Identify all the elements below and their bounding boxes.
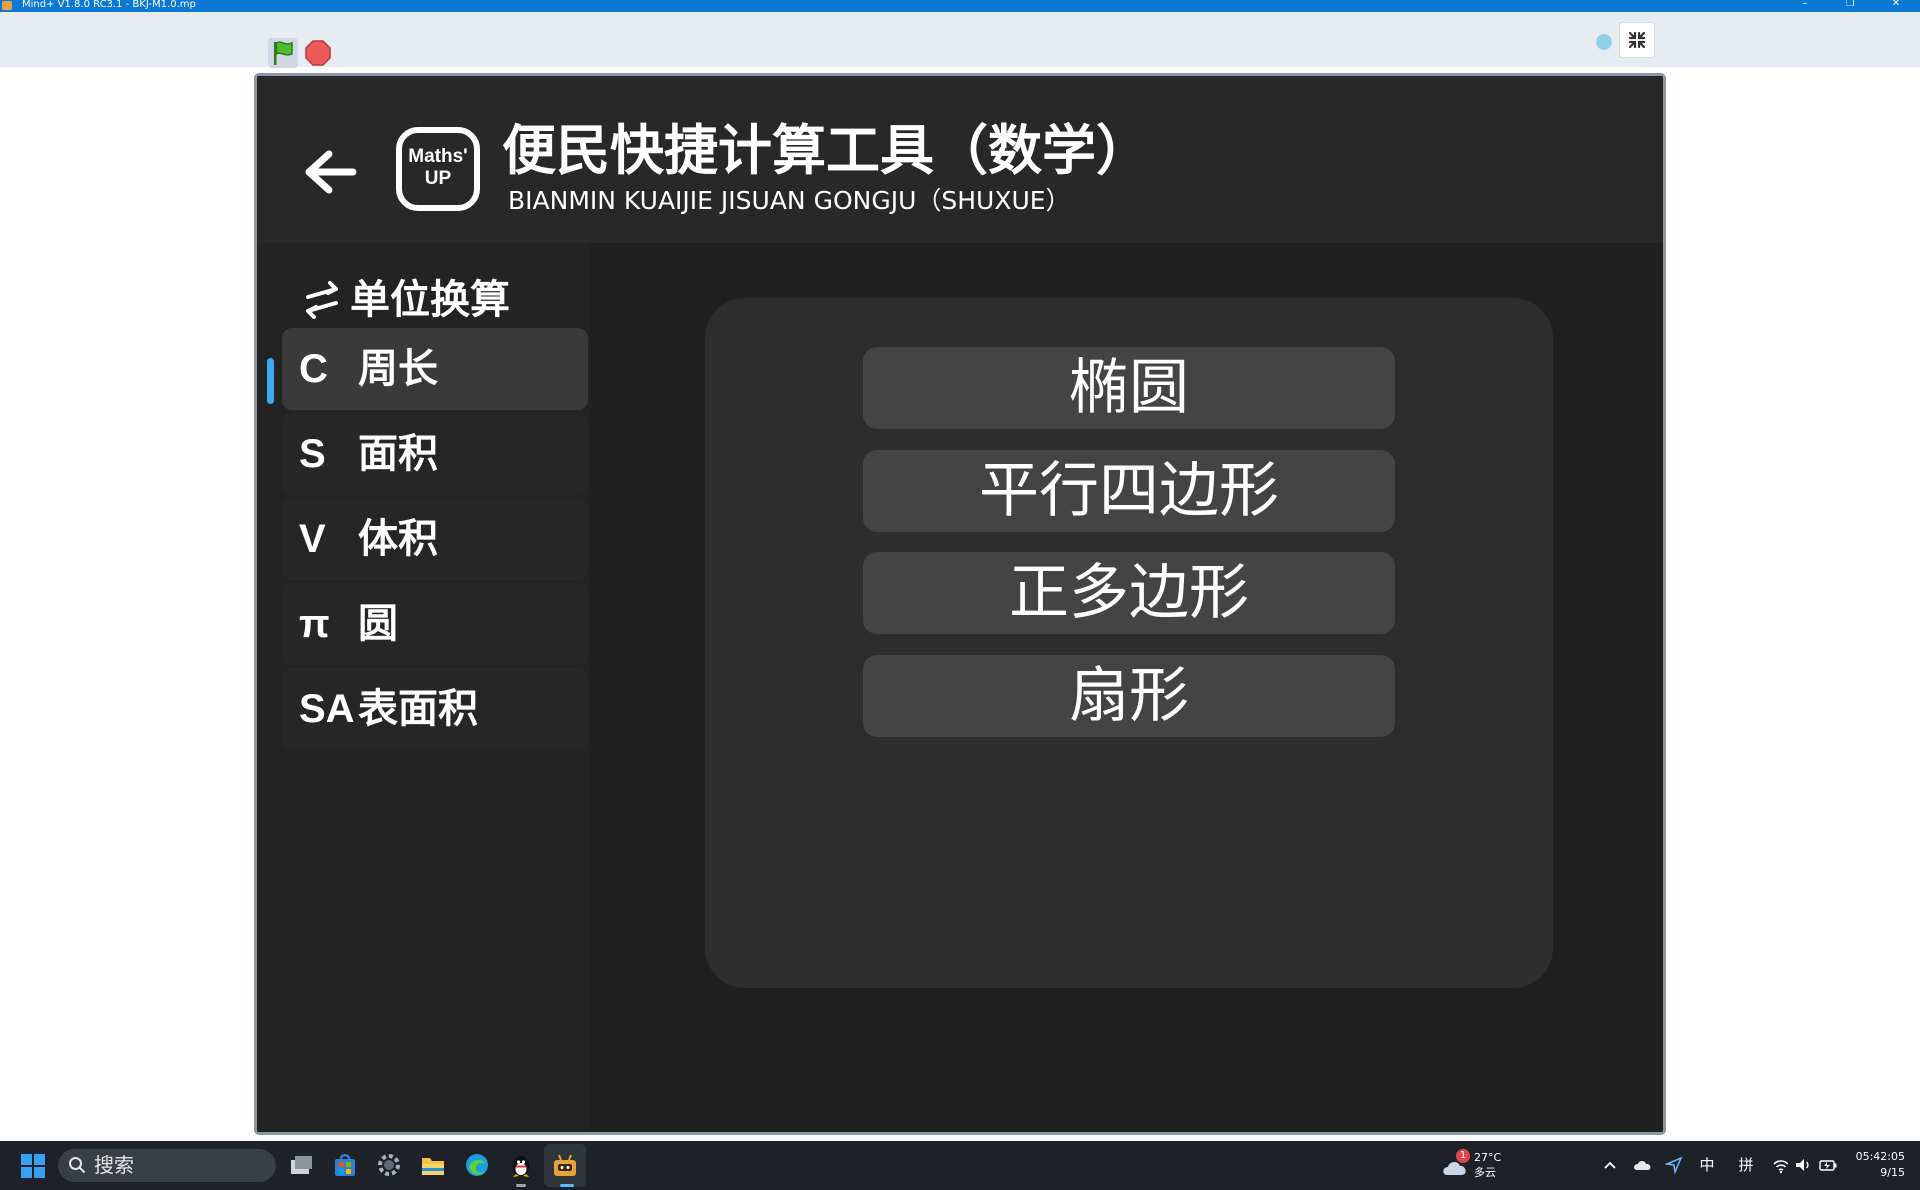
sidebar-item-label: 周长	[358, 346, 438, 392]
shape-button-ellipse[interactable]: 椭圆	[863, 347, 1395, 429]
stage: Maths' UP 便民快捷计算工具（数学） BIANMIN KUAIJIE J…	[254, 73, 1666, 1135]
sidebar-item-label: 圆	[358, 601, 398, 647]
page-title: 便民快捷计算工具（数学）	[502, 119, 1150, 182]
task-view-icon[interactable]	[287, 1151, 315, 1179]
show-hidden-icons-chevron-icon[interactable]	[1602, 1155, 1618, 1175]
microsoft-store-icon[interactable]	[331, 1151, 359, 1179]
connection-status-dot	[1596, 34, 1612, 50]
unit-conversion-heading[interactable]: 单位换算	[302, 275, 510, 325]
logo-line2: UP	[424, 168, 452, 189]
qq-penguin-icon[interactable]	[507, 1151, 535, 1179]
sidebar-item-circle[interactable]: π 圆	[282, 583, 588, 665]
window-title: Mind+ V1.8.0 RC3.1 - BKJ-M1.0.mp	[22, 0, 196, 10]
shape-button-sector[interactable]: 扇形	[863, 655, 1395, 737]
sidebar-item-symbol: V	[299, 517, 326, 561]
settings-gear-icon[interactable]	[375, 1151, 403, 1179]
taskbar: 搜索 1 27°C 多云 中 拼 05:42:05 9/15	[0, 1141, 1920, 1190]
shape-panel: 椭圆 平行四边形 正多边形 扇形	[705, 298, 1553, 988]
onedrive-cloud-icon[interactable]	[1633, 1155, 1653, 1175]
mindplus-app-icon	[2, 1, 12, 10]
back-arrow-icon[interactable]	[301, 146, 361, 198]
sidebar-item-symbol: SA	[299, 687, 355, 731]
sidebar-item-symbol: π	[299, 602, 330, 646]
mindplus-taskbar-icon[interactable]	[551, 1151, 579, 1179]
app-header: Maths' UP 便民快捷计算工具（数学） BIANMIN KUAIJIE J…	[257, 76, 1663, 243]
close-icon[interactable]: ✕	[1889, 0, 1903, 10]
sidebar-item-volume[interactable]: V 体积	[282, 498, 588, 580]
sidebar-item-label: 体积	[358, 516, 438, 562]
taskbar-search[interactable]: 搜索	[58, 1149, 276, 1182]
search-placeholder: 搜索	[94, 1153, 134, 1177]
exit-fullscreen-button[interactable]	[1619, 22, 1655, 58]
location-arrow-icon[interactable]	[1665, 1155, 1683, 1175]
page-subtitle: BIANMIN KUAIJIE JISUAN GONGJU（SHUXUE）	[508, 186, 1071, 215]
sidebar-item-perimeter[interactable]: C 周长	[282, 328, 588, 410]
shape-button-regular-polygon[interactable]: 正多边形	[863, 552, 1395, 634]
volume-speaker-icon[interactable]	[1794, 1155, 1812, 1175]
windows-start-icon[interactable]	[20, 1153, 46, 1179]
sidebar-item-surface-area[interactable]: SA 表面积	[282, 668, 588, 750]
edge-browser-icon[interactable]	[463, 1151, 491, 1179]
weather-description: 多云	[1474, 1166, 1496, 1179]
shape-button-parallelogram[interactable]: 平行四边形	[863, 450, 1395, 532]
ime-mode-indicator[interactable]: 拼	[1735, 1155, 1757, 1175]
running-app-indicator	[516, 1184, 526, 1187]
sidebar-item-symbol: C	[299, 347, 328, 391]
shrink-icon	[1628, 31, 1646, 49]
sidebar: 单位换算 C 周长 S 面积 V 体积 π 圆 SA 表面积	[257, 243, 590, 1132]
green-flag-button[interactable]	[268, 38, 298, 68]
clock-date[interactable]: 9/15	[1855, 1166, 1905, 1180]
sidebar-item-label: 面积	[358, 431, 438, 477]
swap-arrows-icon	[306, 281, 338, 319]
active-indicator	[267, 358, 274, 404]
wifi-icon[interactable]	[1772, 1155, 1790, 1175]
search-icon	[69, 1157, 85, 1173]
weather-temperature: 27°C	[1474, 1151, 1502, 1164]
weather-notification-badge: 1	[1456, 1149, 1470, 1163]
active-app-indicator	[560, 1184, 574, 1187]
battery-charging-icon[interactable]	[1818, 1155, 1838, 1175]
green-flag-icon	[274, 41, 293, 65]
logo-line1: Maths'	[408, 146, 468, 167]
minimize-icon[interactable]: –	[1798, 0, 1812, 10]
sidebar-item-area[interactable]: S 面积	[282, 413, 588, 495]
window-titlebar: Mind+ V1.8.0 RC3.1 - BKJ-M1.0.mp – ❐ ✕	[0, 0, 1920, 12]
file-explorer-icon[interactable]	[419, 1151, 447, 1179]
stop-button[interactable]	[305, 40, 331, 66]
restore-icon[interactable]: ❐	[1843, 0, 1857, 10]
clock-time[interactable]: 05:42:05	[1855, 1150, 1905, 1164]
maths-up-logo: Maths' UP	[396, 127, 480, 211]
unit-conversion-label: 单位换算	[350, 277, 510, 323]
sidebar-item-symbol: S	[299, 432, 326, 476]
ime-language-indicator[interactable]: 中	[1696, 1155, 1718, 1175]
sidebar-item-label: 表面积	[358, 686, 478, 732]
